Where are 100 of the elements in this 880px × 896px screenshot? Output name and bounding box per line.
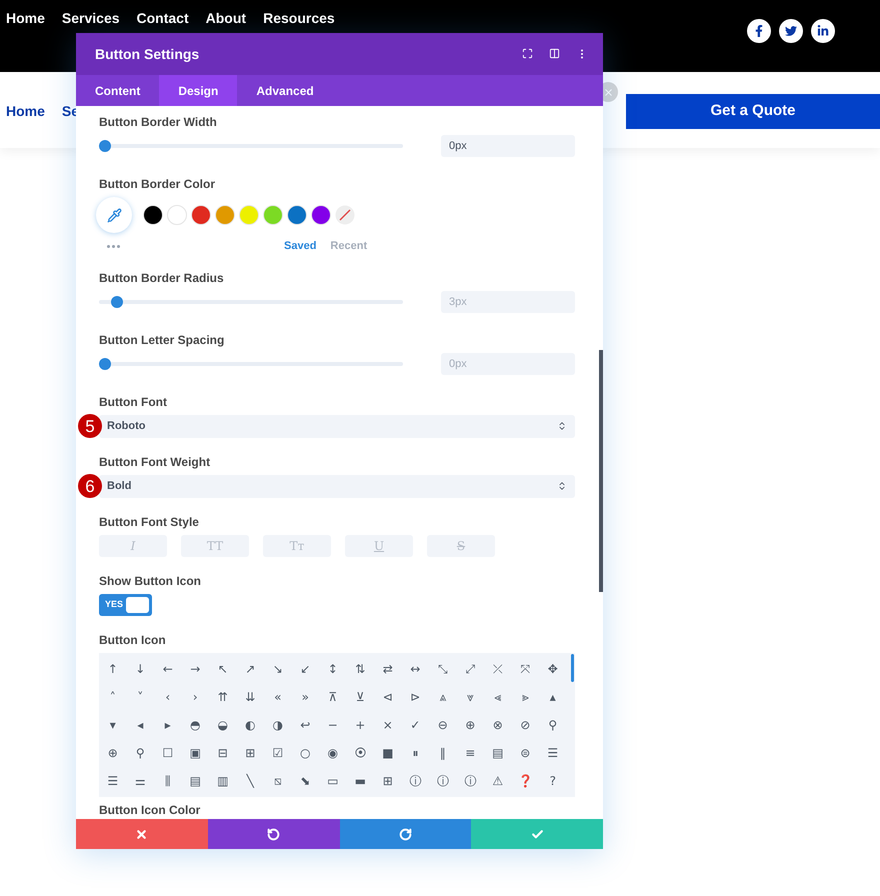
- nav-link[interactable]: About: [206, 8, 246, 28]
- icon-option[interactable]: ˄: [99, 688, 126, 706]
- icon-option[interactable]: ⫼: [154, 772, 182, 790]
- icon-option[interactable]: ⊞: [236, 744, 264, 762]
- icon-option[interactable]: ⪢: [512, 688, 539, 706]
- icon-option[interactable]: ▾: [99, 716, 126, 734]
- icon-option[interactable]: ‹: [154, 688, 182, 706]
- toggle-switch[interactable]: YES: [99, 594, 152, 616]
- facebook-icon[interactable]: [747, 19, 771, 43]
- icon-option[interactable]: ⊻: [346, 688, 374, 706]
- icon-option[interactable]: ↘: [264, 660, 292, 678]
- settings-tab[interactable]: Design: [159, 75, 238, 106]
- icon-option[interactable]: ✓: [402, 716, 429, 734]
- value-field[interactable]: 3px: [441, 290, 575, 312]
- icon-option[interactable]: ⇊: [236, 688, 264, 706]
- icon-option[interactable]: ↑: [99, 660, 126, 678]
- icon-option[interactable]: ⊳: [402, 688, 429, 706]
- icon-option[interactable]: ⊜: [512, 744, 539, 762]
- nav-link[interactable]: Home: [6, 100, 45, 122]
- nav-link[interactable]: Home: [6, 8, 45, 28]
- select-field[interactable]: Roboto: [99, 414, 575, 438]
- value-field[interactable]: 0px: [441, 135, 575, 157]
- icon-option[interactable]: ⊖: [429, 716, 456, 734]
- slider-track[interactable]: [99, 358, 403, 370]
- icon-option[interactable]: ⊕: [456, 716, 484, 734]
- color-swatch[interactable]: [239, 205, 259, 225]
- icon-option[interactable]: ×: [374, 716, 402, 734]
- icon-option[interactable]: ✥: [539, 660, 566, 678]
- icon-option[interactable]: ◓: [182, 716, 209, 734]
- palette-tab[interactable]: Saved: [284, 238, 316, 254]
- settings-tab[interactable]: Content: [76, 75, 160, 106]
- icon-option[interactable]: ⏸: [402, 744, 429, 762]
- icon-option[interactable]: ⤢: [456, 660, 484, 678]
- icon-option[interactable]: ◒: [209, 716, 236, 734]
- icon-option[interactable]: ▴: [539, 688, 566, 706]
- icon-option[interactable]: ⚲: [126, 744, 154, 762]
- color-swatch[interactable]: [143, 205, 163, 225]
- icon-option[interactable]: ⦿: [346, 744, 374, 762]
- icon-option[interactable]: »: [292, 688, 319, 706]
- bird-icon[interactable]: [779, 19, 803, 43]
- icon-option[interactable]: ›: [182, 688, 209, 706]
- icon-option[interactable]: ☑: [264, 744, 292, 762]
- scrollbar[interactable]: [599, 350, 603, 592]
- icon-option[interactable]: ▤: [182, 772, 209, 790]
- icon-option[interactable]: ⤫: [484, 660, 512, 678]
- icon-option[interactable]: ↙: [292, 660, 319, 678]
- icon-option[interactable]: ↩: [292, 716, 319, 734]
- linkedin-icon[interactable]: [811, 19, 835, 43]
- icon-option[interactable]: ⓘ: [456, 772, 484, 790]
- icon-option[interactable]: →: [182, 660, 209, 678]
- icon-option[interactable]: ■: [374, 744, 402, 762]
- icon-option[interactable]: ⇈: [209, 688, 236, 706]
- color-swatch[interactable]: [167, 205, 187, 225]
- icon-option[interactable]: ↖: [209, 660, 236, 678]
- icon-option[interactable]: ⇄: [374, 660, 402, 678]
- slider-track[interactable]: [99, 140, 403, 152]
- icon-option[interactable]: ◉: [319, 744, 346, 762]
- icon-option[interactable]: «: [264, 688, 292, 706]
- icon-option[interactable]: ⬊: [292, 772, 319, 790]
- icon-option[interactable]: ◑: [264, 716, 292, 734]
- icon-option[interactable]: ‖: [429, 744, 456, 762]
- icon-option[interactable]: ❓: [512, 772, 539, 790]
- icon-option[interactable]: ⩓: [429, 688, 456, 706]
- slider-thumb[interactable]: [110, 296, 123, 308]
- icon-option[interactable]: ⤡: [429, 660, 456, 678]
- icon-option[interactable]: ◂: [126, 716, 154, 734]
- icon-option[interactable]: ˅: [126, 688, 154, 706]
- icon-option[interactable]: ▬: [346, 772, 374, 790]
- icon-option[interactable]: ≡: [456, 744, 484, 762]
- no-color-swatch[interactable]: [335, 205, 355, 225]
- icon-option[interactable]: ⇅: [346, 660, 374, 678]
- icon-option[interactable]: ☐: [154, 744, 182, 762]
- nav-link[interactable]: Services: [62, 8, 120, 28]
- icon-option[interactable]: ⊟: [209, 744, 236, 762]
- color-swatch[interactable]: [287, 205, 307, 225]
- icon-option[interactable]: ⊲: [374, 688, 402, 706]
- icon-option[interactable]: ⤧: [512, 660, 539, 678]
- icon-option[interactable]: ⓘ: [402, 772, 429, 790]
- slider-track[interactable]: [99, 296, 403, 308]
- icon-option[interactable]: ⩔: [456, 688, 484, 706]
- icon-option[interactable]: ⚠: [484, 772, 512, 790]
- icon-option[interactable]: ▭: [319, 772, 346, 790]
- icon-option[interactable]: ☰: [539, 744, 566, 762]
- icon-option[interactable]: ⓘ: [429, 772, 456, 790]
- icon-option[interactable]: ▸: [154, 716, 182, 734]
- slider-thumb[interactable]: [99, 358, 111, 370]
- icon-option[interactable]: ▤: [484, 744, 512, 762]
- icon-option[interactable]: ←: [154, 660, 182, 678]
- scrollbar-thumb[interactable]: [571, 654, 574, 682]
- icon-option[interactable]: ○: [292, 744, 319, 762]
- icon-option[interactable]: ⊘: [512, 716, 539, 734]
- value-field[interactable]: 0px: [441, 352, 575, 374]
- icon-option[interactable]: ↕: [319, 660, 346, 678]
- icon-option[interactable]: ╲: [236, 772, 264, 790]
- icon-option[interactable]: ⊕: [99, 744, 126, 762]
- color-swatch[interactable]: [215, 205, 235, 225]
- icon-option[interactable]: +: [346, 716, 374, 734]
- icon-option[interactable]: ⚌: [126, 772, 154, 790]
- icon-option[interactable]: ☰: [99, 772, 126, 790]
- icon-option[interactable]: ↔: [402, 660, 429, 678]
